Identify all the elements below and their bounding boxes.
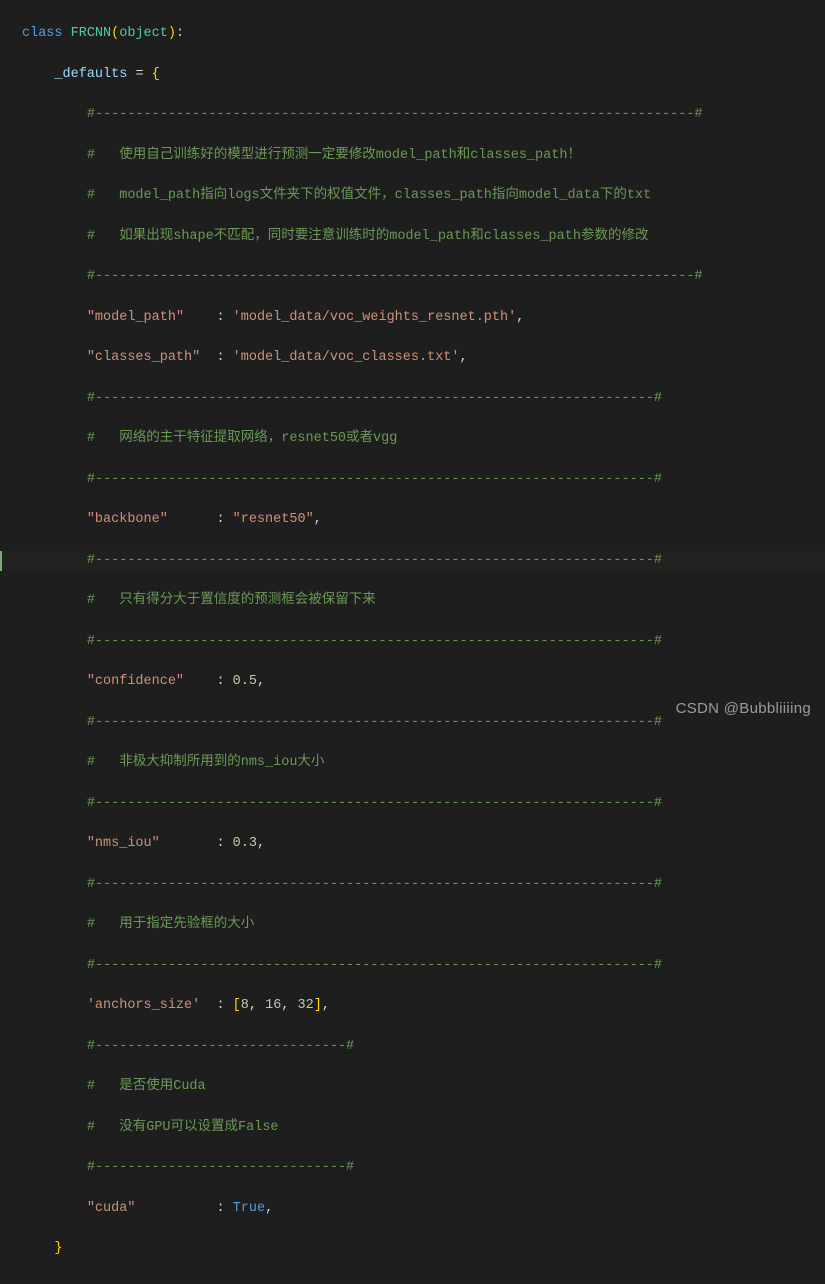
- kvp-model-path: "model_path" : 'model_data/voc_weights_r…: [0, 308, 825, 328]
- sep-line: #---------------------------------------…: [0, 956, 825, 976]
- comment-line: # 非极大抑制所用到的nms_iou大小: [0, 753, 825, 773]
- comment-line: # model_path指向logs文件夹下的权值文件，classes_path…: [0, 186, 825, 206]
- kvp-cuda: "cuda" : True,: [0, 1199, 825, 1219]
- attr-name: _defaults: [54, 67, 127, 82]
- comment-line: # 使用自己训练好的模型进行预测一定要修改model_path和classes_…: [0, 146, 825, 166]
- sep-line: #---------------------------------------…: [0, 105, 825, 125]
- code-block: class FRCNN(object): _defaults = { #----…: [0, 0, 825, 1284]
- sep-line: #---------------------------------------…: [0, 632, 825, 652]
- comment-line: # 只有得分大于置信度的预测框会被保留下来: [0, 591, 825, 611]
- sep-line: #---------------------------------------…: [0, 794, 825, 814]
- class-name: FRCNN: [71, 26, 112, 41]
- sep-line: #---------------------------------------…: [0, 267, 825, 287]
- comment-line: # 网络的主干特征提取网络，resnet50或者vgg: [0, 429, 825, 449]
- sep-line: #---------------------------------------…: [0, 470, 825, 490]
- kvp-classes-path: "classes_path" : 'model_data/voc_classes…: [0, 348, 825, 368]
- sep-line: #-------------------------------#: [0, 1158, 825, 1178]
- comment-line: # 用于指定先验框的大小: [0, 915, 825, 935]
- keyword-class: class: [22, 26, 63, 41]
- comment-line: # 没有GPU可以设置成False: [0, 1118, 825, 1138]
- kvp-nms-iou: "nms_iou" : 0.3,: [0, 834, 825, 854]
- comment-line: # 是否使用Cuda: [0, 1077, 825, 1097]
- sep-line: #-------------------------------#: [0, 1037, 825, 1057]
- kvp-anchors-size: 'anchors_size' : [8, 16, 32],: [0, 996, 825, 1016]
- sep-line: #---------------------------------------…: [0, 551, 825, 571]
- base-class: object: [119, 26, 168, 41]
- class-def-line: class FRCNN(object):: [0, 24, 825, 44]
- watermark: CSDN @Bubbliiiing: [676, 698, 811, 721]
- comment-line: # 如果出现shape不匹配，同时要注意训练时的model_path和class…: [0, 227, 825, 247]
- kvp-backbone: "backbone" : "resnet50",: [0, 510, 825, 530]
- defaults-close: }: [0, 1239, 825, 1259]
- kvp-confidence: "confidence" : 0.5,: [0, 672, 825, 692]
- sep-line: #---------------------------------------…: [0, 875, 825, 895]
- defaults-open: _defaults = {: [0, 65, 825, 85]
- sep-line: #---------------------------------------…: [0, 389, 825, 409]
